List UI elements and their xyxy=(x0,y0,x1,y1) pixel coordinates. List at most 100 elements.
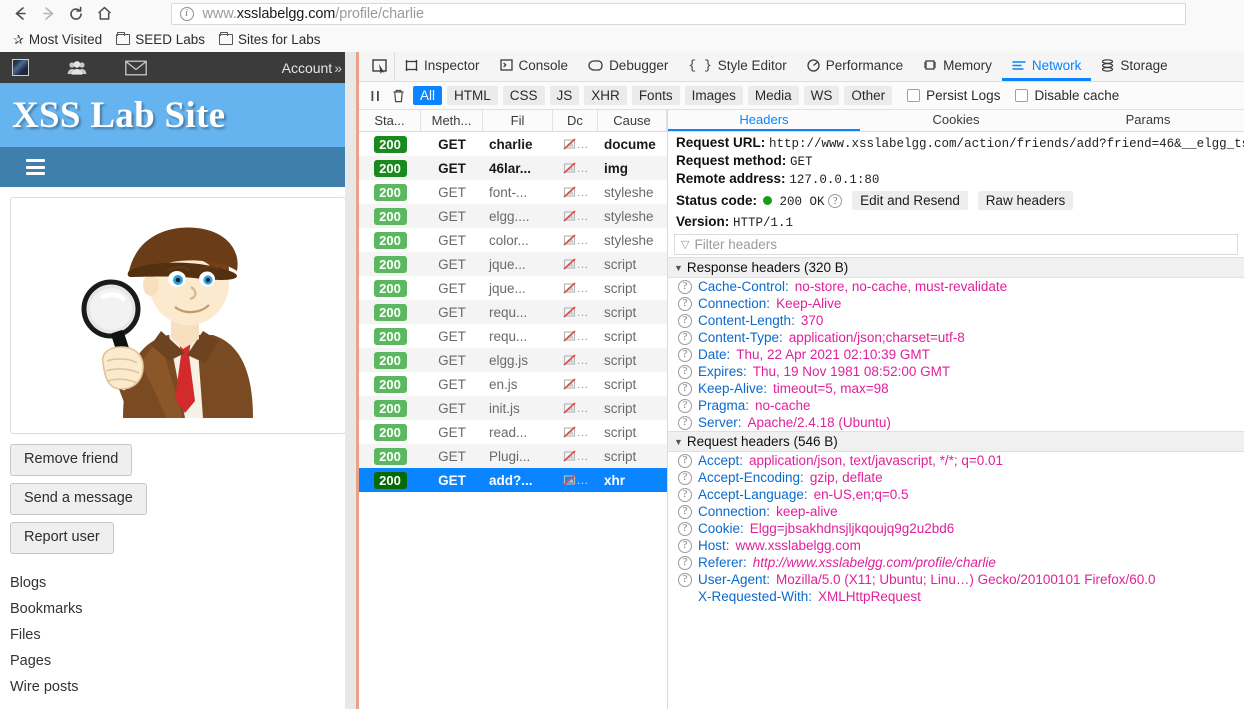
persist-logs-checkbox[interactable]: Persist Logs xyxy=(907,88,1000,103)
filter-xhr[interactable]: XHR xyxy=(584,86,627,105)
report-user-button[interactable]: Report user xyxy=(10,521,114,554)
header-help-icon[interactable]: ? xyxy=(678,487,692,502)
tab-style-editor[interactable]: { } Style Editor xyxy=(678,52,796,81)
disable-cache-checkbox[interactable]: Disable cache xyxy=(1015,88,1119,103)
table-row[interactable]: 200 GET init.js … script xyxy=(359,396,667,420)
response-headers-section-title[interactable]: ▼ Response headers (320 B) xyxy=(668,257,1244,278)
tab-inspector[interactable]: Inspector xyxy=(395,52,490,81)
header-help-icon[interactable]: ? xyxy=(678,415,692,430)
tab-console[interactable]: Console xyxy=(490,52,579,81)
raw-headers-button[interactable]: Raw headers xyxy=(977,191,1074,210)
filter-headers-input[interactable]: ▽ Filter headers xyxy=(674,234,1238,255)
header-help-icon[interactable]: ? xyxy=(678,470,692,485)
performance-icon xyxy=(807,58,820,72)
bookmark-seed-labs[interactable]: SEED Labs xyxy=(111,30,210,49)
detail-tab-headers[interactable]: Headers xyxy=(668,110,860,131)
help-icon[interactable]: ? xyxy=(828,194,843,209)
table-row[interactable]: 200 GET color... … styleshe xyxy=(359,228,667,252)
filter-html[interactable]: HTML xyxy=(447,86,498,105)
column-status[interactable]: Sta... xyxy=(359,110,421,131)
table-row[interactable]: 200 GET requ... … script xyxy=(359,300,667,324)
edit-and-resend-button[interactable]: Edit and Resend xyxy=(852,191,968,210)
detail-tab-cookies[interactable]: Cookies xyxy=(860,110,1052,131)
table-row[interactable]: 200 GET jque... … script xyxy=(359,252,667,276)
tab-memory[interactable]: Memory xyxy=(913,52,1002,81)
link-pages[interactable]: Pages xyxy=(10,648,346,674)
filter-images[interactable]: Images xyxy=(684,86,743,105)
address-bar[interactable]: i www.xsslabelgg.com/profile/charlie xyxy=(170,2,1186,25)
header-row: ? Cache-Control: no-store, no-cache, must-… xyxy=(668,278,1244,295)
header-help-icon[interactable]: ? xyxy=(678,572,692,587)
tab-performance[interactable]: Performance xyxy=(797,52,913,81)
column-cause[interactable]: Cause xyxy=(598,110,667,131)
link-wire-posts[interactable]: Wire posts xyxy=(10,674,346,700)
trash-clear-icon[interactable] xyxy=(389,89,408,103)
link-blogs[interactable]: Blogs xyxy=(10,570,346,596)
remove-friend-button[interactable]: Remove friend xyxy=(10,444,133,476)
link-bookmarks[interactable]: Bookmarks xyxy=(10,596,346,622)
tab-storage[interactable]: Storage xyxy=(1091,52,1177,81)
home-button-icon[interactable] xyxy=(90,2,118,26)
column-file[interactable]: Fil xyxy=(483,110,553,131)
table-row[interactable]: 200 GET add?... … xhr xyxy=(359,468,667,492)
reload-button-icon[interactable] xyxy=(62,2,90,26)
header-help-icon[interactable]: ? xyxy=(678,347,692,362)
messages-envelope-icon[interactable] xyxy=(125,60,147,76)
section-label: Response headers (320 B) xyxy=(686,260,849,275)
column-method[interactable]: Meth... xyxy=(421,110,483,131)
filter-fonts[interactable]: Fonts xyxy=(631,86,680,105)
table-row[interactable]: 200 GET elgg.js … script xyxy=(359,348,667,372)
header-help-icon[interactable]: ? xyxy=(678,504,692,519)
user-avatar-icon[interactable] xyxy=(12,59,29,76)
forward-button-icon[interactable] xyxy=(34,2,62,26)
filter-ws[interactable]: WS xyxy=(803,86,840,105)
header-help-icon[interactable]: ? xyxy=(678,398,692,413)
table-row[interactable]: 200 GET elgg.... … styleshe xyxy=(359,204,667,228)
filter-js[interactable]: JS xyxy=(549,86,580,105)
table-row[interactable]: 200 GET requ... … script xyxy=(359,324,667,348)
table-row[interactable]: 200 GET charlie … docume xyxy=(359,132,667,156)
column-domain[interactable]: Dc xyxy=(553,110,598,131)
tab-debugger[interactable]: Debugger xyxy=(578,52,678,81)
tab-label: Inspector xyxy=(424,57,480,73)
header-help-icon[interactable]: ? xyxy=(678,453,692,468)
table-row[interactable]: 200 GET jque... … script xyxy=(359,276,667,300)
page-scrollbar[interactable] xyxy=(345,52,356,709)
tab-label: Console xyxy=(518,57,569,73)
header-help-icon[interactable]: ? xyxy=(678,521,692,536)
header-help-icon[interactable]: ? xyxy=(678,538,692,553)
detail-tab-params[interactable]: Params xyxy=(1052,110,1244,131)
header-help-icon[interactable]: ? xyxy=(678,279,692,294)
header-help-icon[interactable]: ? xyxy=(678,313,692,328)
table-row[interactable]: 200 GET en.js … script xyxy=(359,372,667,396)
header-help-icon[interactable]: ? xyxy=(678,364,692,379)
bookmark-sites-for-labs[interactable]: Sites for Labs xyxy=(214,30,326,49)
hamburger-menu-icon[interactable] xyxy=(26,159,45,175)
cell-file: jque... xyxy=(489,280,526,296)
link-files[interactable]: Files xyxy=(10,622,346,648)
header-help-icon[interactable]: ? xyxy=(678,555,692,570)
send-message-button[interactable]: Send a message xyxy=(10,482,147,515)
header-help-icon[interactable]: ? xyxy=(678,296,692,311)
cell-cause: script xyxy=(604,280,637,296)
pause-icon[interactable] xyxy=(367,90,384,102)
table-row[interactable]: 200 GET font-... … styleshe xyxy=(359,180,667,204)
filter-css[interactable]: CSS xyxy=(502,86,545,105)
filter-other[interactable]: Other xyxy=(844,86,893,105)
table-row[interactable]: 200 GET read... … script xyxy=(359,420,667,444)
table-row[interactable]: 200 GET Plugi... … script xyxy=(359,444,667,468)
content-area: Account» XSS Lab Site Remove friend Send… xyxy=(0,52,1244,709)
friends-group-icon[interactable] xyxy=(67,60,87,75)
filter-media[interactable]: Media xyxy=(747,86,799,105)
header-help-icon[interactable]: ? xyxy=(678,381,692,396)
header-help-icon[interactable]: ? xyxy=(678,330,692,345)
back-button-icon[interactable] xyxy=(6,2,34,26)
page-info-icon[interactable]: i xyxy=(179,6,194,21)
request-headers-section-title[interactable]: ▼ Request headers (546 B) xyxy=(668,431,1244,452)
element-picker-icon[interactable] xyxy=(365,52,395,81)
bookmark-most-visited[interactable]: ✰ Most Visited xyxy=(8,30,107,49)
table-row[interactable]: 200 GET 46lar... … img xyxy=(359,156,667,180)
account-menu[interactable]: Account» xyxy=(282,60,342,76)
tab-network[interactable]: Network xyxy=(1001,52,1092,81)
filter-all[interactable]: All xyxy=(413,86,443,105)
